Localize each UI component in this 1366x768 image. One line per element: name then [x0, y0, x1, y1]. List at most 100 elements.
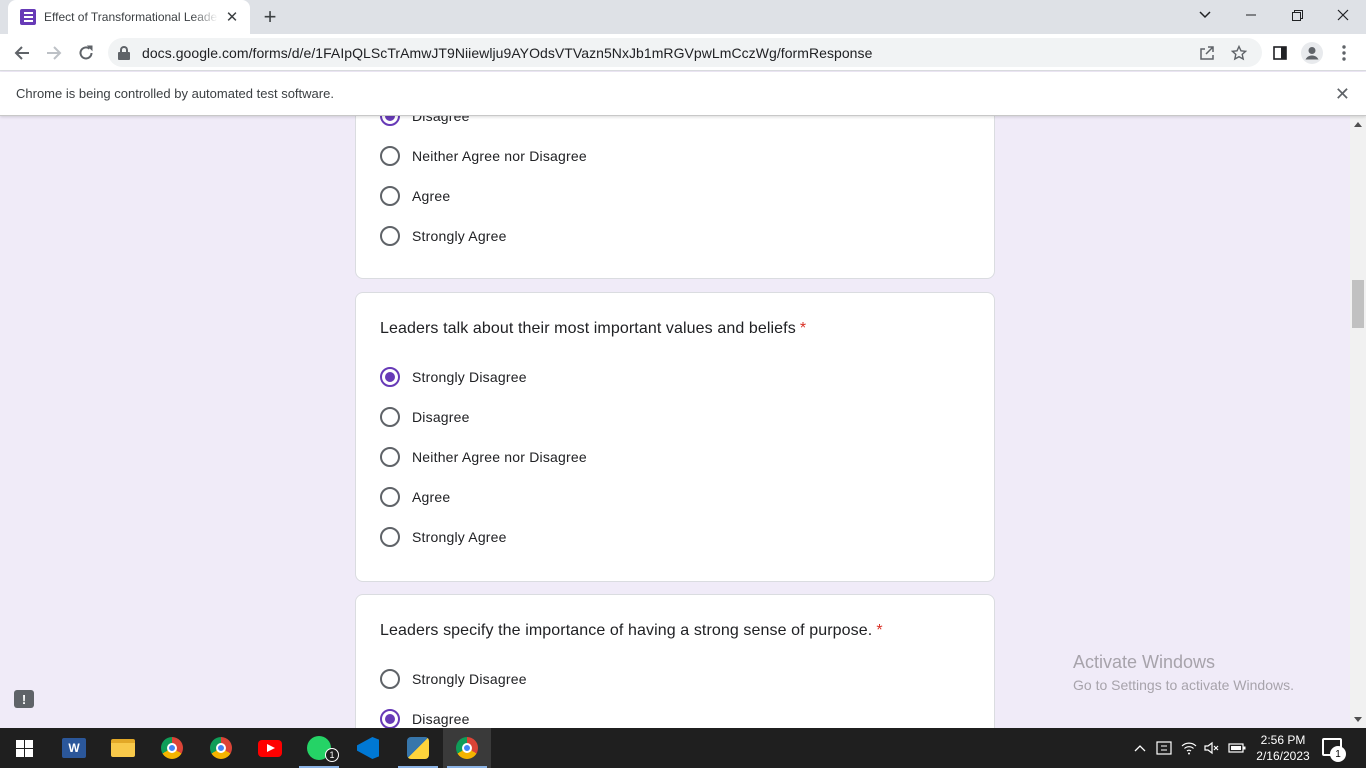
avatar-icon	[1301, 42, 1323, 64]
radio-button[interactable]	[380, 527, 400, 547]
option-label: Agree	[412, 489, 451, 505]
activate-windows-watermark: Activate Windows Go to Settings to activ…	[1073, 652, 1294, 693]
tab-close-icon[interactable]: ✕	[224, 9, 240, 26]
question-title: Leaders specify the importance of having…	[380, 622, 883, 640]
youtube-icon	[258, 739, 282, 757]
radio-option[interactable]: Strongly Agree	[380, 525, 507, 549]
radio-button[interactable]	[380, 226, 400, 246]
taskbar-whatsapp[interactable]: 1	[295, 728, 343, 768]
question-card-sense-of-purpose: Leaders specify the importance of having…	[355, 594, 995, 728]
tray-network[interactable]	[1181, 728, 1197, 768]
reload-icon	[79, 45, 93, 60]
wifi-icon	[1181, 742, 1197, 755]
radio-option[interactable]: Strongly Disagree	[380, 365, 527, 389]
radio-option[interactable]: Disagree	[380, 116, 470, 128]
menu-button[interactable]	[1330, 39, 1358, 67]
scroll-up-arrow[interactable]	[1354, 122, 1362, 127]
option-label: Disagree	[412, 116, 470, 124]
side-panel-icon	[1273, 46, 1287, 60]
radio-option[interactable]: Agree	[380, 184, 450, 208]
chevron-up-icon	[1134, 745, 1146, 752]
option-label: Strongly Disagree	[412, 671, 527, 687]
windows-logo-icon	[15, 739, 33, 757]
radio-button[interactable]	[380, 669, 400, 689]
lock-icon[interactable]	[118, 45, 130, 60]
option-label: Strongly Disagree	[412, 369, 527, 385]
minimize-icon	[1246, 14, 1256, 16]
taskbar-vscode[interactable]	[344, 728, 392, 768]
browser-toolbar: docs.google.com/forms/d/e/1FAIpQLScTrAmw…	[0, 34, 1366, 71]
automation-infobar: Chrome is being controlled by automated …	[0, 72, 1366, 116]
radio-button[interactable]	[380, 407, 400, 427]
taskbar-chrome[interactable]	[197, 728, 245, 768]
taskbar-clock[interactable]: 2:56 PM 2/16/2023	[1245, 732, 1321, 764]
radio-button[interactable]	[380, 367, 400, 387]
forward-button[interactable]	[40, 39, 68, 67]
minimize-button[interactable]	[1228, 0, 1274, 30]
clock-time: 2:56 PM	[1260, 733, 1306, 747]
required-asterisk: *	[799, 320, 807, 337]
device-icon	[1156, 741, 1172, 755]
taskbar-youtube[interactable]	[246, 728, 294, 768]
taskbar-file-explorer[interactable]	[99, 728, 147, 768]
address-bar[interactable]: docs.google.com/forms/d/e/1FAIpQLScTrAmw…	[108, 38, 1262, 67]
show-hidden-icons[interactable]	[1134, 728, 1146, 768]
kebab-menu-icon	[1342, 45, 1346, 61]
radio-option[interactable]: Neither Agree nor Disagree	[380, 445, 587, 469]
tab-strip: Effect of Transformational Leadership ✕ …	[0, 0, 1366, 34]
close-icon	[1337, 9, 1349, 21]
radio-button[interactable]	[380, 146, 400, 166]
tray-device[interactable]	[1156, 728, 1172, 768]
python-icon	[407, 737, 429, 759]
taskbar-word[interactable]: W	[50, 728, 98, 768]
reload-button[interactable]	[72, 39, 100, 67]
radio-button[interactable]	[380, 186, 400, 206]
back-button[interactable]	[8, 39, 36, 67]
page-scrollbar[interactable]	[1350, 116, 1366, 728]
question-text: Leaders talk about their most important …	[380, 320, 796, 337]
option-label: Strongly Agree	[412, 228, 507, 244]
option-label: Strongly Agree	[412, 529, 507, 545]
feedback-icon[interactable]: !	[14, 690, 34, 708]
share-icon[interactable]	[1198, 44, 1216, 62]
tray-battery[interactable]	[1228, 728, 1246, 768]
radio-option[interactable]: Neither Agree nor Disagree	[380, 144, 587, 168]
question-text: Leaders specify the importance of having…	[380, 622, 873, 639]
volume-muted-icon	[1204, 741, 1219, 755]
tab-search-button[interactable]	[1182, 0, 1228, 30]
arrow-left-icon	[14, 46, 29, 60]
browser-tab[interactable]: Effect of Transformational Leadership ✕	[8, 0, 250, 34]
question-title: Leaders talk about their most important …	[380, 320, 806, 338]
close-window-button[interactable]	[1320, 0, 1366, 30]
infobar-close-icon[interactable]: ✕	[1335, 84, 1350, 105]
option-label: Neither Agree nor Disagree	[412, 449, 587, 465]
chrome-icon	[161, 737, 183, 759]
bookmark-star-icon[interactable]	[1230, 44, 1248, 62]
option-label: Agree	[412, 188, 451, 204]
restore-icon	[1291, 9, 1303, 21]
taskbar-chrome-profile[interactable]	[148, 728, 196, 768]
radio-button[interactable]	[380, 447, 400, 467]
taskbar-chrome-active[interactable]	[443, 728, 491, 768]
url-text[interactable]: docs.google.com/forms/d/e/1FAIpQLScTrAmw…	[142, 45, 872, 61]
profile-button[interactable]	[1298, 39, 1326, 67]
vscode-icon	[357, 737, 379, 759]
taskbar-python[interactable]	[394, 728, 442, 768]
scroll-down-arrow[interactable]	[1354, 717, 1362, 722]
radio-option[interactable]: Disagree	[380, 405, 470, 429]
tray-volume[interactable]	[1204, 728, 1220, 768]
radio-option[interactable]: Agree	[380, 485, 450, 509]
restore-button[interactable]	[1274, 0, 1320, 30]
radio-button[interactable]	[380, 709, 400, 728]
radio-option[interactable]: Strongly Agree	[380, 224, 507, 248]
radio-button[interactable]	[380, 116, 400, 126]
radio-option[interactable]: Strongly Disagree	[380, 667, 527, 691]
radio-option[interactable]: Disagree	[380, 707, 470, 728]
new-tab-button[interactable]: +	[258, 4, 282, 29]
radio-button[interactable]	[380, 487, 400, 507]
scrollbar-thumb[interactable]	[1352, 280, 1364, 328]
question-card-partial: Disagree Neither Agree nor Disagree Agre…	[355, 116, 995, 279]
whatsapp-badge: 1	[325, 748, 339, 762]
side-panel-button[interactable]	[1266, 39, 1294, 67]
start-button[interactable]	[0, 728, 48, 768]
